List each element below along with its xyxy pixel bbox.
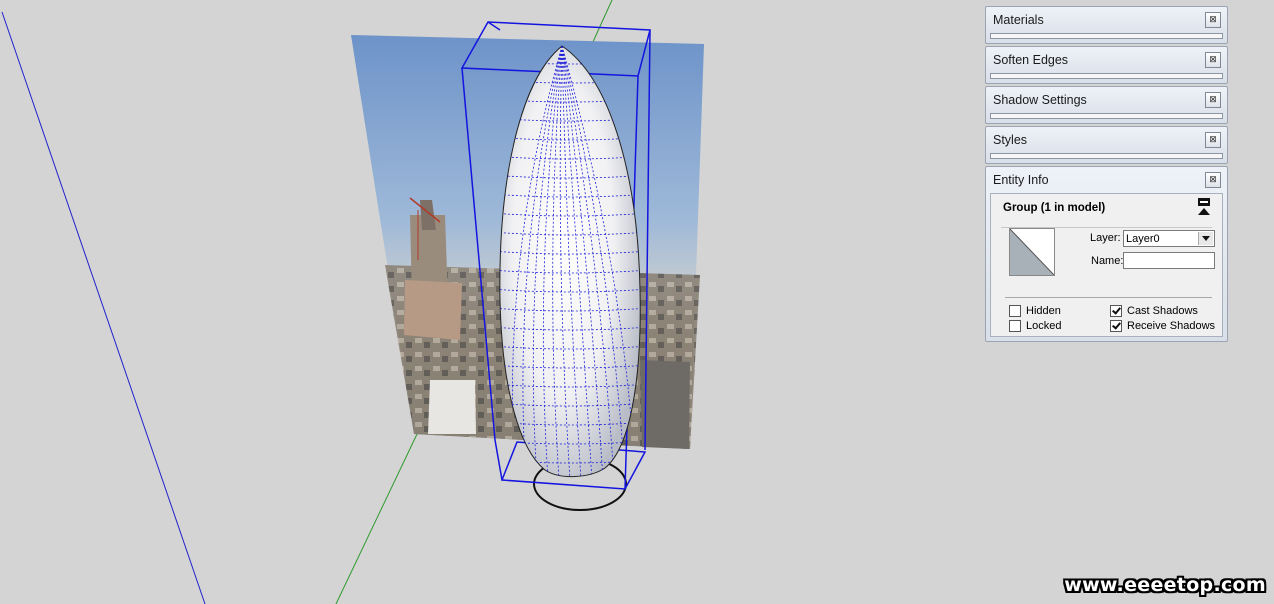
default-tray: Materials ⊠ Soften Edges ⊠ Shadow Settin… bbox=[985, 6, 1228, 344]
panel-soften-edges[interactable]: Soften Edges ⊠ bbox=[985, 46, 1228, 84]
panel-collapsed-bar bbox=[990, 33, 1223, 39]
receive-shadows-label: Receive Shadows bbox=[1127, 320, 1216, 332]
panel-collapsed-bar bbox=[990, 113, 1223, 119]
panel-collapsed-bar bbox=[990, 73, 1223, 79]
panel-title[interactable]: Styles bbox=[986, 127, 1227, 153]
cast-shadows-label: Cast Shadows bbox=[1127, 305, 1198, 317]
chevron-down-icon[interactable] bbox=[1198, 232, 1213, 245]
close-icon[interactable]: ⊠ bbox=[1205, 52, 1221, 68]
locked-checkbox[interactable] bbox=[1009, 320, 1021, 332]
close-icon[interactable]: ⊠ bbox=[1205, 12, 1221, 28]
panel-title[interactable]: Shadow Settings bbox=[986, 87, 1227, 113]
green-axis-line-lower bbox=[335, 431, 419, 604]
panel-title[interactable]: Soften Edges bbox=[986, 47, 1227, 73]
panel-title[interactable]: Materials bbox=[986, 7, 1227, 33]
hidden-checkbox[interactable] bbox=[1009, 305, 1021, 317]
panel-entity-info[interactable]: Entity Info ⊠ Group (1 in model) Layer: … bbox=[985, 166, 1228, 342]
close-icon[interactable]: ⊠ bbox=[1205, 92, 1221, 108]
green-axis-line-upper bbox=[591, 0, 613, 45]
panel-shadow-settings[interactable]: Shadow Settings ⊠ bbox=[985, 86, 1228, 124]
close-icon[interactable]: ⊠ bbox=[1205, 132, 1221, 148]
locked-label: Locked bbox=[1026, 320, 1062, 332]
layer-value: Layer0 bbox=[1126, 233, 1160, 245]
selection-summary: Group (1 in model) bbox=[1003, 202, 1106, 214]
entity-info-body: Group (1 in model) Layer: Layer0 Name: H… bbox=[990, 193, 1223, 337]
panel-title[interactable]: Entity Info bbox=[986, 167, 1227, 193]
panel-collapsed-bar bbox=[990, 153, 1223, 159]
panel-materials[interactable]: Materials ⊠ bbox=[985, 6, 1228, 44]
layer-label: Layer: bbox=[1090, 232, 1121, 244]
close-icon[interactable]: ⊠ bbox=[1205, 172, 1221, 188]
cast-shadows-checkbox[interactable] bbox=[1110, 305, 1122, 317]
panel-styles[interactable]: Styles ⊠ bbox=[985, 126, 1228, 164]
receive-shadows-checkbox[interactable] bbox=[1110, 320, 1122, 332]
name-label: Name: bbox=[1091, 255, 1124, 267]
name-input[interactable] bbox=[1123, 252, 1215, 269]
material-swatch[interactable] bbox=[1009, 228, 1055, 276]
divider bbox=[1005, 297, 1212, 298]
collapse-icon[interactable] bbox=[1198, 198, 1210, 216]
hidden-label: Hidden bbox=[1026, 305, 1061, 317]
watermark-text: www.eeeetop.com bbox=[1064, 574, 1266, 596]
blue-axis-line bbox=[1, 11, 206, 604]
layer-dropdown[interactable]: Layer0 bbox=[1123, 230, 1215, 247]
